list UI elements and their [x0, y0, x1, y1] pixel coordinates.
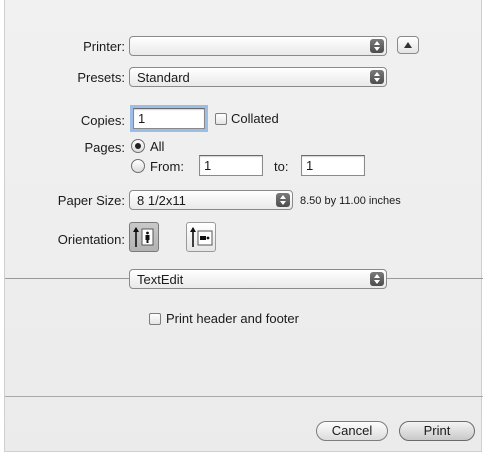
pages-label: Pages: [84, 140, 125, 155]
portrait-icon [133, 227, 154, 247]
printer-label: Printer: [83, 39, 125, 54]
paper-size-value: 8 1/2x11 [137, 193, 186, 208]
pages-to-field[interactable]: 1 [301, 155, 365, 176]
popup-arrows-icon [370, 39, 384, 53]
collated-label: Collated [231, 111, 279, 126]
paper-size-label: Paper Size: [57, 193, 125, 208]
popup-arrows-icon [276, 193, 290, 207]
pages-to-label: to: [274, 159, 289, 174]
collated-checkbox[interactable] [215, 113, 227, 125]
copies-field[interactable]: 1 [130, 105, 208, 132]
printer-popup[interactable] [129, 36, 387, 56]
orientation-landscape-button[interactable] [186, 222, 216, 252]
pages-from-value: 1 [204, 158, 212, 173]
pages-from-field[interactable]: 1 [199, 155, 263, 176]
disclosure-triangle-button[interactable] [397, 36, 419, 54]
presets-label: Presets: [77, 70, 125, 85]
pages-all-label: All [150, 139, 165, 154]
presets-value: Standard [137, 70, 190, 85]
panel-value: TextEdit [137, 272, 184, 287]
presets-popup[interactable]: Standard [129, 67, 387, 87]
panel-popup[interactable]: TextEdit [129, 269, 387, 289]
popup-arrows-icon [370, 70, 384, 84]
paper-dimensions: 8.50 by 11.00 inches [300, 195, 401, 207]
cancel-button[interactable]: Cancel [316, 421, 388, 441]
print-header-footer-label: Print header and footer [166, 311, 299, 326]
pages-from-radio[interactable] [131, 159, 145, 173]
copies-value: 1 [138, 111, 146, 126]
landscape-icon [190, 227, 213, 247]
print-button[interactable]: Print [399, 421, 475, 441]
divider-right [387, 278, 483, 279]
pages-all-radio[interactable] [131, 139, 145, 153]
bottom-divider [5, 396, 483, 397]
pages-to-value: 1 [306, 158, 314, 173]
orientation-portrait-button[interactable] [129, 222, 159, 252]
popup-arrows-icon [370, 272, 384, 286]
pages-from-label: From: [150, 159, 184, 174]
copies-label: Copies: [80, 113, 125, 128]
paper-size-popup[interactable]: 8 1/2x11 [129, 190, 293, 210]
print-header-footer-checkbox[interactable] [149, 313, 161, 325]
orientation-label: Orientation: [57, 232, 125, 247]
print-dialog: Printer: Presets: Standard Copies: 1 Col… [4, 0, 483, 452]
divider-left [5, 278, 129, 279]
